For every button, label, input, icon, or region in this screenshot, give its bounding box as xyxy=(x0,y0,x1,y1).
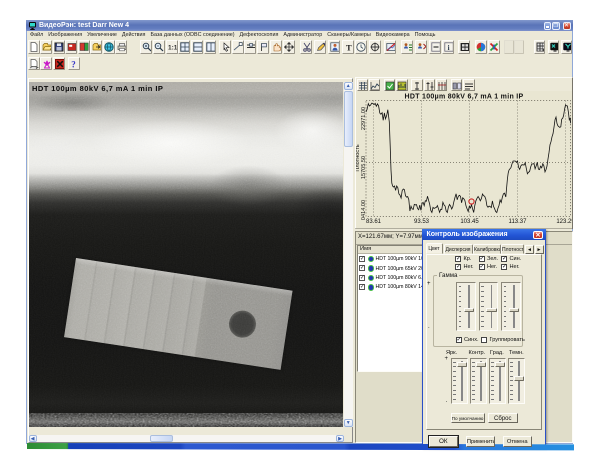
svg-text:123.29: 123.29 xyxy=(556,219,572,225)
svg-text:103.45: 103.45 xyxy=(460,219,479,225)
svg-text:Плотность: Плотность xyxy=(356,144,361,171)
svg-text:0414.00: 0414.00 xyxy=(361,200,367,220)
svg-text:?: ? xyxy=(71,59,76,68)
svg-text:93.53: 93.53 xyxy=(414,219,430,225)
svg-text:83.61: 83.61 xyxy=(366,219,382,225)
svg-text:i: i xyxy=(447,44,449,52)
svg-text:113.37: 113.37 xyxy=(509,219,528,225)
svg-text:22971.00: 22971.00 xyxy=(361,107,367,130)
svg-text:15705.50: 15705.50 xyxy=(361,156,367,179)
svg-text:T: T xyxy=(346,42,352,52)
svg-text:HDT 100µm 80kV 6,7 mA 1 min IP: HDT 100µm 80kV 6,7 mA 1 min IP xyxy=(405,94,524,101)
svg-text:1:1: 1:1 xyxy=(168,45,177,52)
